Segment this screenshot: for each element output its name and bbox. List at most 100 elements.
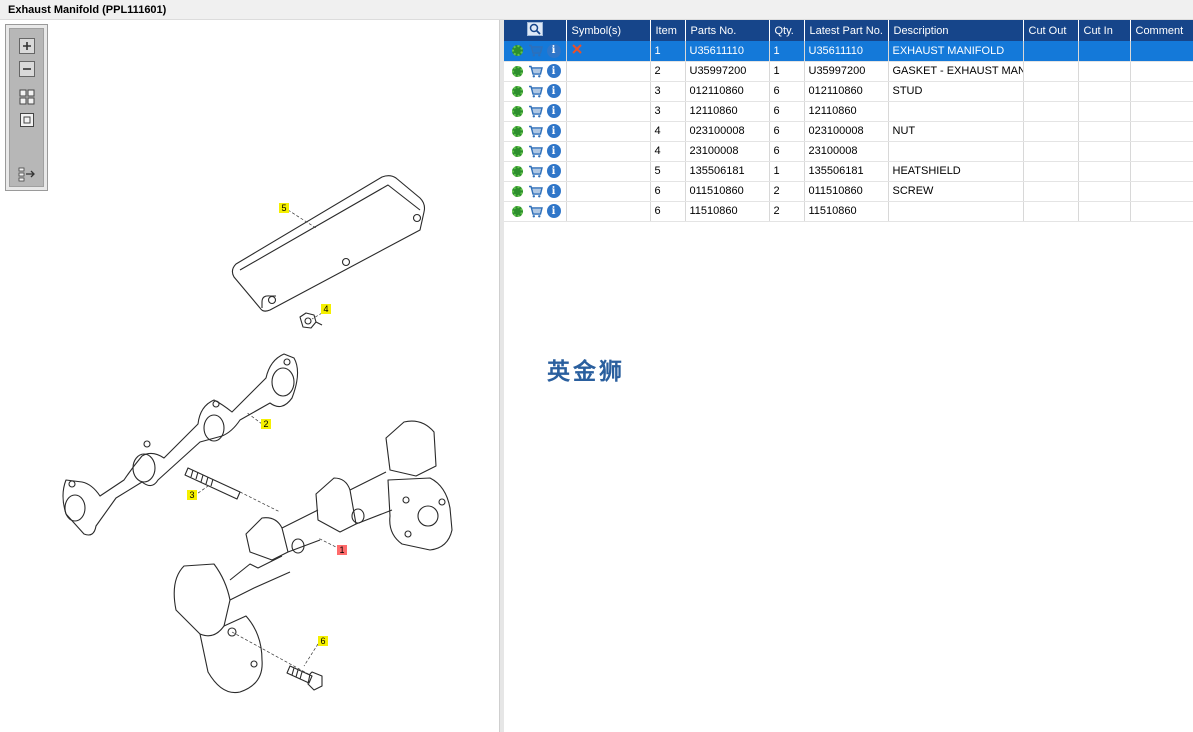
gear-icon[interactable]: [510, 64, 525, 79]
cell-comment: [1130, 181, 1193, 202]
column-header-cut-in[interactable]: Cut In: [1078, 20, 1131, 41]
gear-icon[interactable]: [510, 84, 525, 99]
cart-icon[interactable]: [528, 104, 543, 119]
info-icon[interactable]: i: [546, 104, 561, 119]
cell-cut-in: [1078, 41, 1131, 62]
table-row[interactable]: i 4 23100008 6 23100008: [504, 141, 1193, 162]
svg-text:3: 3: [189, 490, 194, 500]
cart-icon[interactable]: [528, 164, 543, 179]
cart-icon[interactable]: [528, 84, 543, 99]
cell-symbol: [566, 61, 651, 82]
gear-icon[interactable]: [510, 43, 525, 58]
cell-qty: 6: [769, 81, 805, 102]
info-icon[interactable]: i: [546, 84, 561, 99]
table-row[interactable]: i 6 11510860 2 11510860: [504, 201, 1193, 222]
cart-icon[interactable]: [528, 64, 543, 79]
gear-icon[interactable]: [510, 164, 525, 179]
cell-latest-part-no: 11510860: [804, 201, 889, 222]
column-header-description[interactable]: Description: [888, 20, 1024, 41]
cart-icon[interactable]: [528, 184, 543, 199]
cell-part-no: U35611110: [685, 41, 770, 62]
cell-cut-in: [1078, 61, 1131, 82]
cart-icon[interactable]: [528, 144, 543, 159]
cell-item: 6: [650, 181, 686, 202]
superseded-x-icon: [571, 44, 582, 54]
column-header-item[interactable]: Item: [650, 20, 686, 41]
info-icon[interactable]: i: [546, 184, 561, 199]
exhaust-manifold-part[interactable]: [173, 420, 453, 694]
cell-cut-in: [1078, 201, 1131, 222]
cell-latest-part-no: 012110860: [804, 81, 889, 102]
cell-cut-out: [1023, 101, 1079, 122]
cell-cut-in: [1078, 121, 1131, 142]
cart-icon[interactable]: [528, 124, 543, 139]
cell-cut-in: [1078, 161, 1131, 182]
info-icon[interactable]: i: [546, 124, 561, 139]
cell-part-no: U35997200: [685, 61, 770, 82]
cell-symbol: [566, 101, 651, 122]
gasket-part[interactable]: [62, 353, 299, 536]
gear-icon[interactable]: [510, 184, 525, 199]
column-header-qty[interactable]: Qty.: [769, 20, 805, 41]
nut-part[interactable]: [299, 312, 323, 329]
info-icon[interactable]: i: [546, 144, 561, 159]
diagram-pane[interactable]: 5 4 2 3 1 6: [0, 20, 500, 732]
info-icon[interactable]: i: [546, 43, 561, 58]
cell-description: GASKET - EXHAUST MANIF: [888, 61, 1024, 82]
column-header-symbols[interactable]: Symbol(s): [566, 20, 651, 41]
column-header-parts-no[interactable]: Parts No.: [685, 20, 770, 41]
cell-comment: [1130, 121, 1193, 142]
watermark-text: 英金狮: [547, 359, 625, 385]
cell-item: 2: [650, 61, 686, 82]
cell-description: HEATSHIELD: [888, 161, 1024, 182]
cell-description: NUT: [888, 121, 1024, 142]
gear-icon[interactable]: [510, 124, 525, 139]
cell-cut-out: [1023, 41, 1079, 62]
cell-cut-out: [1023, 201, 1079, 222]
cell-qty: 1: [769, 161, 805, 182]
window-title: Exhaust Manifold (PPL111601): [0, 0, 1193, 20]
cell-item: 3: [650, 101, 686, 122]
cell-item: 5: [650, 161, 686, 182]
search-column-header[interactable]: [504, 20, 567, 41]
cell-item: 4: [650, 121, 686, 142]
cell-comment: [1130, 61, 1193, 82]
cart-icon[interactable]: [528, 204, 543, 219]
heatshield-part[interactable]: [231, 175, 426, 312]
table-row[interactable]: i 2 U35997200 1 U35997200 GASKET - EXHAU…: [504, 61, 1193, 82]
info-icon[interactable]: i: [546, 164, 561, 179]
cell-qty: 1: [769, 41, 805, 62]
table-row[interactable]: i 3 12110860 6 12110860: [504, 101, 1193, 122]
info-icon[interactable]: i: [546, 64, 561, 79]
cell-cut-out: [1023, 181, 1079, 202]
cart-icon[interactable]: [528, 43, 543, 58]
cell-item: 4: [650, 141, 686, 162]
cell-cut-in: [1078, 101, 1131, 122]
table-row[interactable]: i 1 U35611110 1 U35611110 EXHAUST MANIFO…: [504, 41, 1193, 62]
cell-qty: 2: [769, 201, 805, 222]
cell-comment: [1130, 201, 1193, 222]
cell-cut-out: [1023, 61, 1079, 82]
column-header-cut-out[interactable]: Cut Out: [1023, 20, 1079, 41]
gear-icon[interactable]: [510, 204, 525, 219]
cell-part-no: 023100008: [685, 121, 770, 142]
table-row[interactable]: i 5 135506181 1 135506181 HEATSHIELD: [504, 161, 1193, 182]
gear-icon[interactable]: [510, 104, 525, 119]
cell-description: EXHAUST MANIFOLD: [888, 41, 1024, 62]
column-header-latest-part-no[interactable]: Latest Part No.: [804, 20, 889, 41]
info-icon[interactable]: i: [546, 204, 561, 219]
table-row[interactable]: i 6 011510860 2 011510860 SCREW: [504, 181, 1193, 202]
screw-part[interactable]: [286, 665, 323, 691]
cell-comment: [1130, 161, 1193, 182]
cell-qty: 6: [769, 121, 805, 142]
cell-cut-out: [1023, 81, 1079, 102]
gear-icon[interactable]: [510, 144, 525, 159]
table-row[interactable]: i 3 012110860 6 012110860 STUD: [504, 81, 1193, 102]
table-row[interactable]: i 4 023100008 6 023100008 NUT: [504, 121, 1193, 142]
cell-item: 1: [650, 41, 686, 62]
column-header-comment[interactable]: Comment: [1130, 20, 1193, 41]
cell-part-no: 135506181: [685, 161, 770, 182]
cell-description: [888, 101, 1024, 122]
exploded-parts-diagram[interactable]: 5 4 2 3 1 6: [0, 20, 500, 732]
cell-symbol: [566, 201, 651, 222]
